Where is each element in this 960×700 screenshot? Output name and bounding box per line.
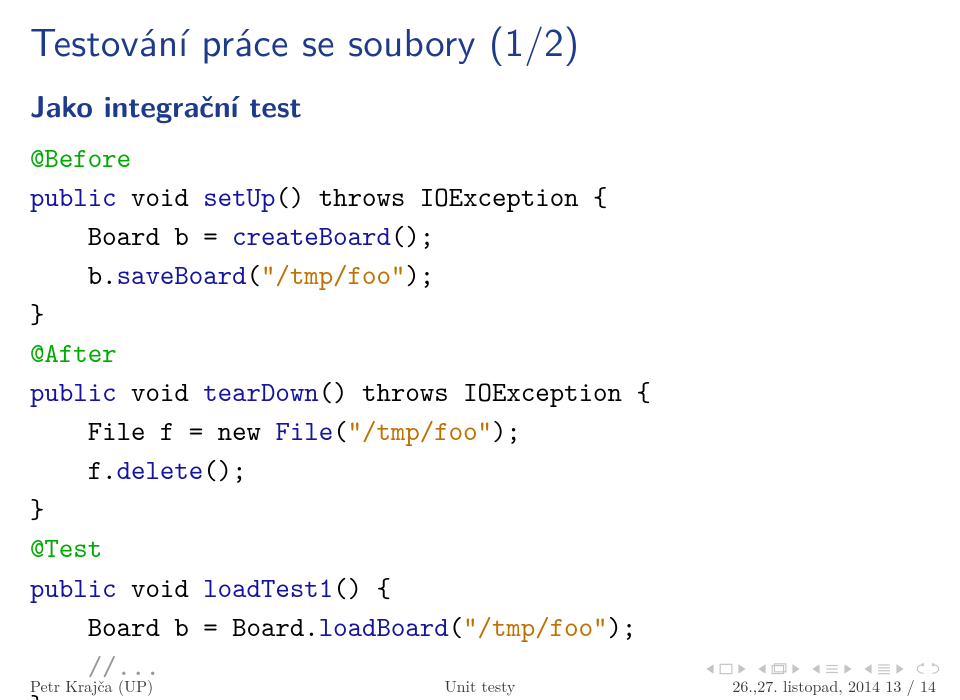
- text: (: [247, 256, 261, 293]
- text: void: [117, 373, 204, 410]
- text: Board b = Board.: [30, 608, 319, 645]
- method-tearDown: tearDown: [203, 373, 319, 410]
- string-literal: "/tmp/foo": [348, 412, 492, 449]
- text: ();: [203, 451, 246, 488]
- string-literal: "/tmp/foo": [261, 256, 405, 293]
- annotation-test: @Test: [30, 529, 102, 566]
- kw-public: public: [30, 569, 117, 606]
- slide-title: Testování práce se soubory (1/2): [0, 0, 960, 77]
- footer-title: Unit testy: [445, 674, 516, 697]
- slide-footer: Petr Krajča (UP) Unit testy 26.,27. list…: [0, 656, 960, 700]
- footer-date-page: 26.,27. listopad, 2014 13 / 14: [732, 674, 936, 697]
- text: );: [608, 608, 637, 645]
- kw-public: public: [30, 373, 117, 410]
- method-createBoard: createBoard: [232, 217, 391, 254]
- method-setUp: setUp: [203, 178, 275, 215]
- method-saveBoard: saveBoard: [117, 256, 247, 293]
- text: ();: [391, 217, 434, 254]
- ctor-File: File: [275, 412, 333, 449]
- text: b.: [30, 256, 117, 293]
- annotation-after: @After: [30, 334, 117, 371]
- slide: Testování práce se soubory (1/2) Jako in…: [0, 0, 960, 700]
- slide-subtitle: Jako integrační test: [0, 77, 960, 128]
- text: (: [333, 412, 347, 449]
- text: );: [492, 412, 521, 449]
- code-block: @Before public void setUp() throws IOExc…: [0, 128, 960, 700]
- method-loadTest1: loadTest1: [203, 569, 333, 606]
- kw-public: public: [30, 178, 117, 215]
- text: File f = new: [30, 412, 275, 449]
- text: f.: [30, 451, 117, 488]
- text: void: [117, 178, 204, 215]
- text: }: [30, 490, 44, 527]
- method-delete: delete: [117, 451, 204, 488]
- text: Board b =: [30, 217, 232, 254]
- footer-author: Petr Krajča (UP): [30, 674, 153, 697]
- text: void: [117, 569, 204, 606]
- text: (: [449, 608, 463, 645]
- text: () throws IOException {: [319, 373, 651, 410]
- footline: Petr Krajča (UP) Unit testy 26.,27. list…: [0, 674, 960, 697]
- text: () throws IOException {: [275, 178, 607, 215]
- text: () {: [333, 569, 391, 606]
- annotation-before: @Before: [30, 139, 131, 176]
- text: }: [30, 295, 44, 332]
- string-literal: "/tmp/foo": [463, 608, 607, 645]
- method-loadBoard: loadBoard: [319, 608, 449, 645]
- text: );: [405, 256, 434, 293]
